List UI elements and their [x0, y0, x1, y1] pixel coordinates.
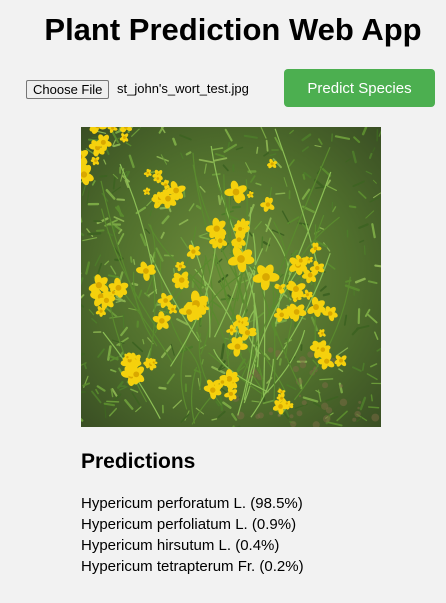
plant-photo: [81, 127, 381, 427]
upload-row: Choose File st_john's_wort_test.jpg Pred…: [26, 69, 436, 107]
app-title: Plant Prediction Web App: [44, 12, 422, 47]
predictions-heading: Predictions: [81, 450, 196, 473]
selected-file-name: st_john's_wort_test.jpg: [117, 81, 249, 96]
prediction-item: Hypericum perfoliatum L. (0.9%): [81, 516, 297, 533]
prediction-item: Hypericum hirsutum L. (0.4%): [81, 537, 280, 554]
prediction-item: Hypericum tetrapterum Fr. (0.2%): [81, 558, 304, 575]
predictions-list: Hypericum perforatum L. (98.5%) Hypericu…: [81, 493, 304, 577]
predict-species-button[interactable]: Predict Species: [284, 69, 435, 107]
plant-image: [81, 127, 381, 427]
choose-file-button[interactable]: Choose File: [26, 80, 110, 99]
prediction-item: Hypericum perforatum L. (98.5%): [81, 495, 303, 512]
